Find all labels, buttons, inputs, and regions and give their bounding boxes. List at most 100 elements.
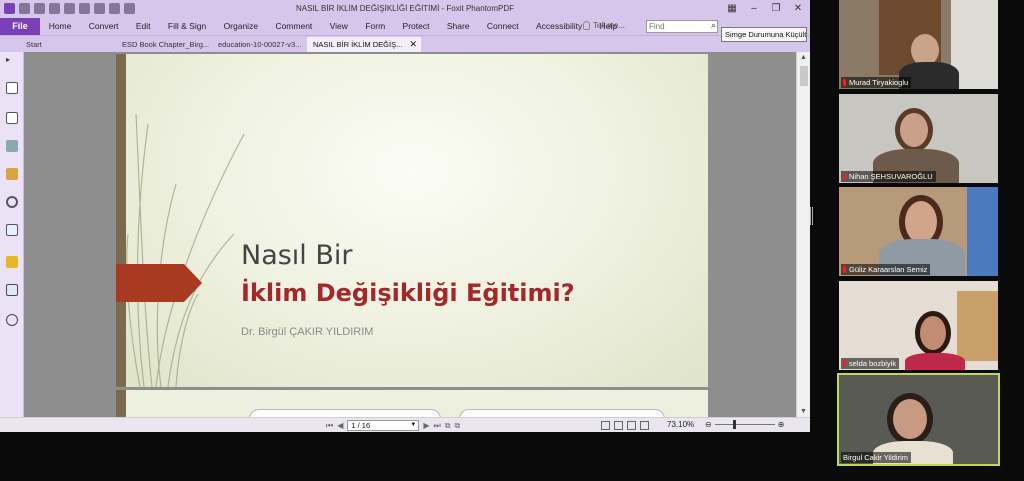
zoom-level[interactable]: 73.10% [667,420,694,429]
window-title: NASIL BİR İKLİM DEĞİŞİKLİĞİ EĞİTİMİ - Fo… [296,4,514,13]
tell-me[interactable]: Tell me... [583,21,625,30]
status-bar: ⏮ ◀ 1 / 16 ▼ ▶ ⏭ ⧉ ⧉ 73.10% ⊖ ⊕ [0,417,810,432]
comments-icon[interactable] [6,168,18,180]
ribbon-menu: File Home Convert Edit Fill & Sign Organ… [0,18,810,35]
attachments-icon[interactable] [6,196,18,208]
page-number-field[interactable]: 1 / 16 ▼ [347,420,420,431]
window-controls: ▦ – ❐ ✕ [726,3,804,15]
tab-education[interactable]: education-10-00027-v3... [212,37,306,52]
tab-label: NASIL BİR İKLİM DEĞİŞ... [313,40,403,49]
scroll-down-icon[interactable]: ▼ [800,408,807,415]
slide-page-2 [116,390,708,417]
red-arrow-shape [116,264,202,302]
vertical-scrollbar[interactable]: ▲ ▼ [796,52,810,417]
menu-home[interactable]: Home [40,18,80,35]
security-icon[interactable] [6,256,18,268]
scroll-thumb[interactable] [800,66,808,86]
slide-page-1: Nasıl Bir İklim Değişikliği Eğitimi? Dr.… [116,54,708,387]
muted-mic-icon [843,79,846,86]
next-page-icon[interactable]: ▶ [423,421,429,430]
content-icon[interactable] [6,284,18,296]
foxit-window: NASIL BİR İKLİM DEĞİŞİKLİĞİ EĞİTİMİ - Fo… [0,0,810,432]
zoom-in-icon[interactable]: ⊕ [778,420,785,429]
restore-button[interactable]: ❐ [770,3,782,15]
zoom-out-icon[interactable]: ⊖ [705,420,712,429]
menu-accessibility[interactable]: Accessibility [527,18,591,35]
tab-esd-book-chapter[interactable]: ESD Book Chapter_Birg... [116,37,211,52]
participant-head [887,393,933,445]
menu-items: Home Convert Edit Fill & Sign Organize C… [40,18,626,35]
participant-tile[interactable]: Nihan ŞEHSUVAROĞLU [839,94,998,183]
bookmarks-icon[interactable] [6,82,18,94]
page-navigation: ⏮ ◀ 1 / 16 ▼ ▶ ⏭ ⧉ ⧉ [326,420,460,431]
close-tab-icon[interactable]: ✕ [409,37,417,52]
zoom-slider[interactable] [714,420,775,429]
participant-tile[interactable]: Güliz Karaarslan Semiz [839,187,998,276]
next-view-icon[interactable]: ⧉ [454,421,460,431]
layers-icon[interactable] [6,140,18,152]
scroll-up-icon[interactable]: ▲ [800,54,807,61]
slide-author: Dr. Birgül ÇAKIR YILDIRIM [241,326,374,338]
pages-icon[interactable] [6,112,18,124]
find-input[interactable] [646,20,718,33]
menu-fill-sign[interactable]: Fill & Sign [159,18,215,35]
search-pane-icon[interactable] [6,314,18,326]
slide-shape [459,409,665,417]
participant-name-label: Birgul Cakir Yildirim [841,452,912,463]
grass-decoration [126,113,245,387]
title-bar: NASIL BİR İKLİM DEĞİŞİKLİĞİ EĞİTİMİ - Fo… [0,0,810,18]
first-page-icon[interactable]: ⏮ [326,421,333,431]
page-indicator: 1 / 16 [351,421,371,430]
participant-body [905,353,965,370]
menu-comment[interactable]: Comment [267,18,321,35]
tab-nasil-bir-iklim[interactable]: NASIL BİR İKLİM DEĞİŞ... ✕ [307,37,421,52]
participant-tile-active-speaker[interactable]: Birgul Cakir Yildirim [837,373,1000,466]
participant-name-label: selda bozbiyik [841,358,900,369]
page-layout-icons [601,421,649,430]
slide-title-line1: Nasıl Bir [241,240,353,271]
menu-view[interactable]: View [321,18,357,35]
close-button[interactable]: ✕ [792,3,804,15]
menu-convert[interactable]: Convert [80,18,127,35]
previous-view-icon[interactable]: ⧉ [445,421,451,431]
menu-connect[interactable]: Connect [478,18,527,35]
lightbulb-icon [583,21,590,30]
participant-name-label: Güliz Karaarslan Semiz [841,264,931,275]
tell-me-label: Tell me... [593,21,626,30]
facing-icon[interactable] [627,421,636,430]
expand-pane-icon[interactable]: ▸ [6,55,18,67]
muted-mic-icon [843,266,846,273]
navigation-pane: ▸ [0,52,24,417]
participant-head [895,108,933,152]
menu-form[interactable]: Form [357,18,394,35]
minimize-tooltip: Simge Durumuna Küçült [721,27,807,42]
signature-icon[interactable] [6,224,18,236]
participant-tile[interactable]: selda bozbiyik [839,281,998,370]
menu-protect[interactable]: Protect [394,18,438,35]
last-page-icon[interactable]: ⏭ [434,421,441,431]
menu-edit[interactable]: Edit [127,18,159,35]
menu-share[interactable]: Share [438,18,478,35]
menu-organize[interactable]: Organize [215,18,267,35]
prev-page-icon[interactable]: ◀ [337,421,343,430]
participant-tile[interactable]: Murad Tiryakioglu [839,0,998,89]
chevron-down-icon: ▼ [410,422,417,428]
zoom-control: ⊖ ⊕ [705,420,784,429]
continuous-facing-icon[interactable] [640,421,649,430]
muted-mic-icon [843,360,846,367]
slide-title-line2: İklim Değişikliği Eğitimi? [241,279,575,307]
ribbon-options-icon[interactable]: ▦ [726,3,738,15]
tab-start[interactable]: Start [20,37,110,52]
artwork [957,291,998,361]
single-page-icon[interactable] [601,421,610,430]
zoom-slider-knob[interactable] [732,420,736,429]
participant-head [915,311,951,355]
file-menu[interactable]: File [0,18,40,35]
muted-mic-icon [843,173,846,180]
search-icon[interactable]: ⌕ [711,20,716,31]
slide-shape [249,409,441,417]
participant-name-label: Murad Tiryakioglu [841,77,912,88]
continuous-icon[interactable] [614,421,623,430]
panel-splitter[interactable] [810,207,813,225]
minimize-button[interactable]: – [748,3,760,15]
